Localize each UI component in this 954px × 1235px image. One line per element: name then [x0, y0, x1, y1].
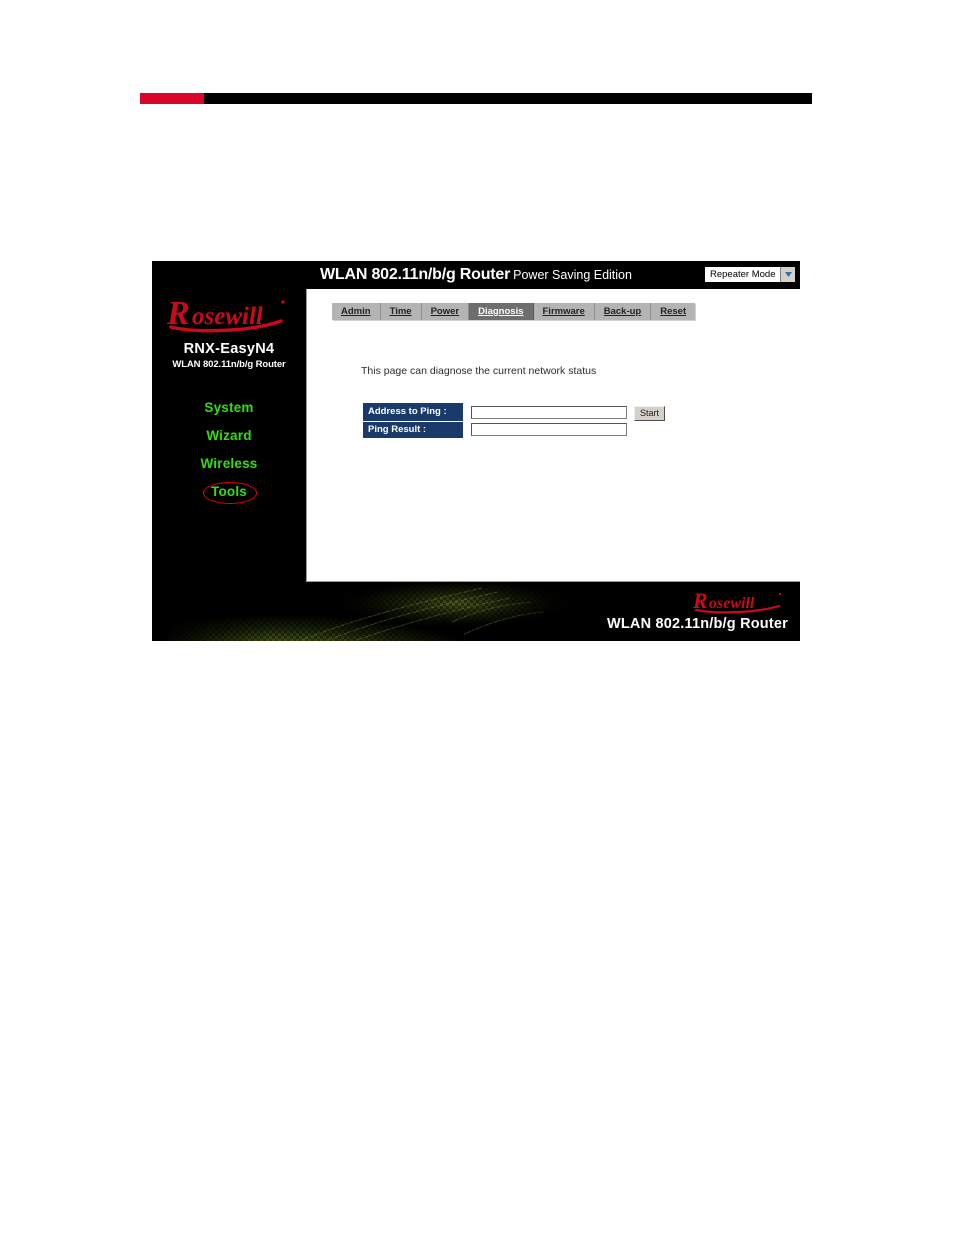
- svg-text:osewill: osewill: [709, 595, 755, 612]
- tab-label: Power: [430, 306, 460, 317]
- table-row: Ping Result :: [363, 421, 665, 439]
- tab-time[interactable]: Time: [381, 303, 422, 320]
- operation-mode-select[interactable]: Repeater Mode: [704, 266, 796, 283]
- operation-mode-value: Repeater Mode: [710, 269, 776, 280]
- tab-backup[interactable]: Back-up: [595, 303, 652, 320]
- tab-diagnosis[interactable]: Diagnosis: [469, 303, 534, 320]
- page-title-main: WLAN 802.11n/b/g Router: [320, 266, 511, 283]
- start-button[interactable]: Start: [634, 406, 666, 421]
- tab-label: Diagnosis: [478, 306, 524, 317]
- page-description: This page can diagnose the current netwo…: [361, 365, 597, 377]
- start-button-cell: Start: [627, 403, 666, 421]
- svg-text:osewill: osewill: [192, 303, 263, 330]
- tab-label: Reset: [660, 306, 687, 317]
- footer-banner: R osewill WLAN 802.11n/b/g Router: [152, 582, 800, 641]
- ping-result-label: Ping Result :: [363, 421, 463, 439]
- address-to-ping-field-cell: [463, 403, 627, 421]
- footer-rosewill-logo: R osewill: [692, 588, 788, 614]
- model-subtitle: WLAN 802.11n/b/g Router: [172, 359, 286, 371]
- router-web-ui: WLAN 802.11n/b/g Router Power Saving Edit…: [152, 261, 800, 641]
- tab-bar: Admin Time Power Diagnosis Firmware Back…: [332, 303, 696, 320]
- sidebar-item-wireless[interactable]: Wireless: [152, 450, 306, 478]
- address-to-ping-label: Address to Ping :: [363, 403, 463, 422]
- empty-cell: [627, 421, 665, 438]
- tab-label: Back-up: [603, 306, 642, 317]
- sidebar-item-tools[interactable]: Tools: [152, 478, 306, 506]
- table-row: Address to Ping : Start: [363, 403, 666, 422]
- sidebar-item-system[interactable]: System: [152, 394, 306, 422]
- ui-titlebar: WLAN 802.11n/b/g Router Power Saving Edit…: [152, 261, 800, 288]
- tab-label: Admin: [341, 306, 371, 317]
- document-header-rule: [140, 93, 812, 104]
- tab-admin[interactable]: Admin: [332, 303, 381, 320]
- svg-text:R: R: [692, 588, 708, 613]
- ping-form: Address to Ping : Start Ping Result :: [363, 403, 666, 439]
- sidebar-nav: System Wizard Wireless Tools: [152, 394, 306, 506]
- sidebar-item-label: Tools: [211, 484, 247, 500]
- content-panel: Admin Time Power Diagnosis Firmware Back…: [306, 289, 800, 582]
- address-to-ping-input[interactable]: [471, 405, 627, 419]
- sidebar-item-label: System: [204, 400, 254, 416]
- tab-power[interactable]: Power: [422, 303, 470, 320]
- sidebar-item-label: Wizard: [206, 428, 252, 444]
- sidebar-item-label: Wireless: [200, 456, 258, 472]
- tab-firmware[interactable]: Firmware: [534, 303, 595, 320]
- ping-result-input[interactable]: [471, 423, 627, 436]
- tab-reset[interactable]: Reset: [651, 303, 695, 320]
- sidebar: R osewill RNX-EasyN4 WLAN 802.11n/b/g Ro…: [152, 288, 306, 582]
- footer-caption: WLAN 802.11n/b/g Router: [606, 616, 788, 632]
- sidebar-item-wizard[interactable]: Wizard: [152, 422, 306, 450]
- tab-label: Firmware: [542, 306, 585, 317]
- header-rule-accent: [140, 93, 204, 104]
- tab-label: Time: [389, 306, 412, 317]
- model-name: RNX-EasyN4: [183, 341, 275, 357]
- chevron-down-icon[interactable]: [780, 267, 795, 282]
- rosewill-logo: R osewill: [152, 292, 306, 334]
- page-title: WLAN 802.11n/b/g Router Power Saving Edit…: [152, 261, 800, 289]
- page-title-sub: Power Saving Edition: [513, 268, 632, 282]
- ping-result-field-cell: [463, 421, 627, 438]
